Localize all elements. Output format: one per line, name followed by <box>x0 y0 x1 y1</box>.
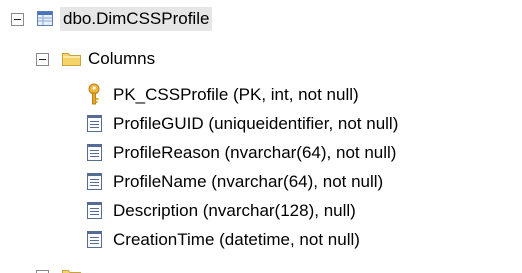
folder-icon <box>62 53 81 66</box>
column-label: PK_CSSProfile (PK, int, not null) <box>113 85 359 104</box>
column-icon <box>87 144 102 161</box>
columns-folder-label: Columns <box>88 49 156 68</box>
tree-node-columns-folder[interactable]: Columns <box>0 46 300 72</box>
collapse-toggle-columns[interactable] <box>36 53 49 66</box>
column-icon <box>87 202 102 219</box>
tree-node-column[interactable]: CreationTime (datetime, not null) <box>0 227 522 253</box>
column-label: ProfileGUID (uniqueidentifier, not null) <box>113 114 399 133</box>
tree-node-column[interactable]: Description (nvarchar(128), null) <box>0 198 522 224</box>
column-label: ProfileReason (nvarchar(64), not null) <box>113 143 397 162</box>
column-icon <box>87 115 102 132</box>
tree-node-column[interactable]: ProfileName (nvarchar(64), not null) <box>0 169 522 195</box>
table-icon <box>37 11 53 26</box>
table-name-label: dbo.DimCSSProfile <box>60 7 213 31</box>
tree-node-column[interactable]: ProfileReason (nvarchar(64), not null) <box>0 140 522 166</box>
primary-key-icon <box>88 83 100 105</box>
column-icon <box>87 173 102 190</box>
column-icon <box>87 231 102 248</box>
column-label: CreationTime (datetime, not null) <box>113 230 360 249</box>
tree-node-table[interactable]: dbo.DimCSSProfile <box>0 6 300 32</box>
folder-icon <box>62 270 81 273</box>
tree-node-column[interactable]: PK_CSSProfile (PK, int, not null) <box>0 82 522 108</box>
tree-node-partial[interactable] <box>0 264 120 273</box>
tree-node-column[interactable]: ProfileGUID (uniqueidentifier, not null) <box>0 111 522 137</box>
collapse-toggle-table[interactable] <box>11 13 24 26</box>
column-label: Description (nvarchar(128), null) <box>113 201 356 220</box>
column-label: ProfileName (nvarchar(64), not null) <box>113 172 384 191</box>
